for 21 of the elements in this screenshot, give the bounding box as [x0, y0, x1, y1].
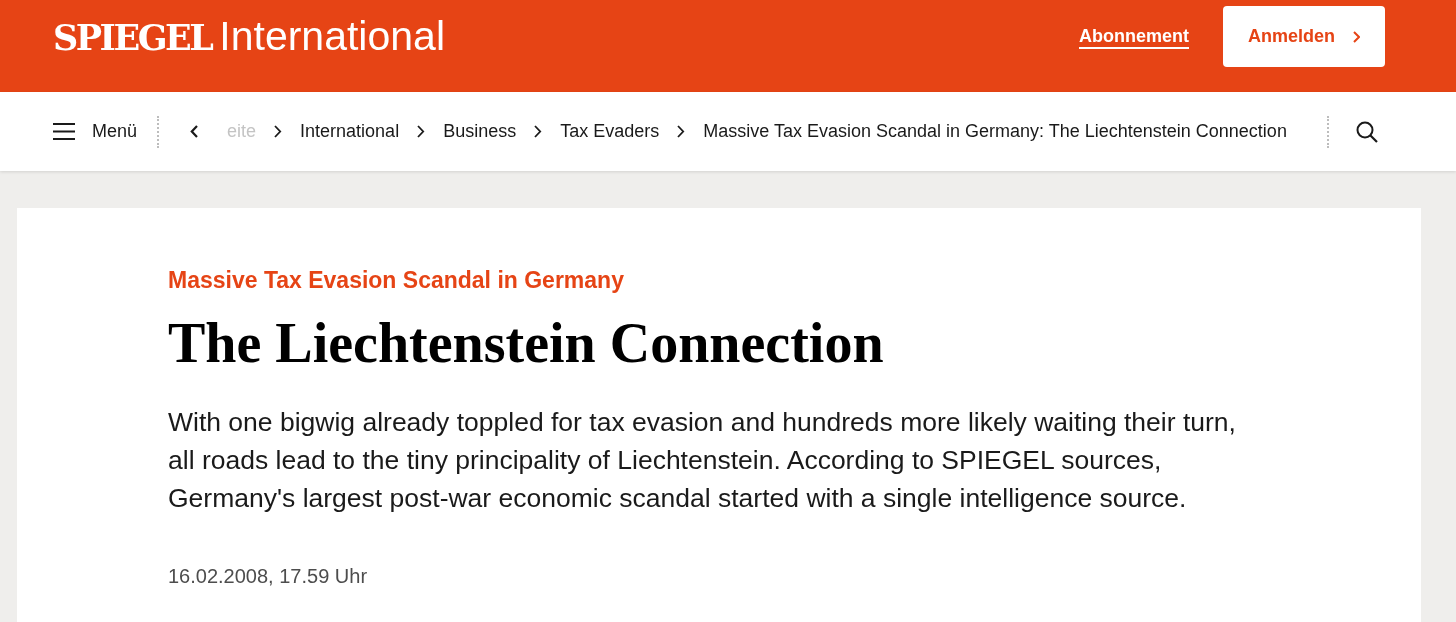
breadcrumb-link[interactable]: Massive Tax Evasion Scandal in Germany: The Liechtenstein Connection	[703, 118, 1287, 145]
article-kicker: Massive Tax Evasion Scandal in Germany	[168, 266, 624, 295]
login-button[interactable]: Anmelden	[1223, 6, 1385, 67]
chevron-right-icon	[677, 125, 686, 138]
chevron-right-icon	[1353, 30, 1360, 43]
menu-icon	[53, 123, 75, 140]
breadcrumb-link[interactable]: Tax Evaders	[560, 118, 660, 145]
breadcrumb-link[interactable]: International	[300, 118, 400, 145]
article-teaser: With one bigwig already toppled for tax evasion and hundreds more likely waiting their turn, all roads lead to the tiny principality of Liechtenstein. According to SPIEGEL sources, Germany's largest post-war economic scandal started with a single intelligence source.	[168, 406, 1236, 515]
breadcrumb-link[interactable]: Business	[443, 118, 517, 145]
chevron-left-icon	[190, 125, 199, 138]
subscribe-link[interactable]: Abonnement	[1079, 23, 1189, 50]
search-button[interactable]	[1356, 120, 1378, 143]
article-date: 16.02.2008, 17.59 Uhr	[168, 564, 368, 589]
chevron-right-icon	[417, 125, 426, 138]
chevron-right-icon	[274, 125, 283, 138]
article-title: The Liechtenstein Connection	[168, 311, 884, 375]
search-icon	[1356, 120, 1378, 143]
menu-button[interactable]: Menü	[53, 118, 138, 145]
logo-link[interactable]: SPIEGEL International	[53, 15, 445, 58]
chevron-right-icon	[534, 125, 543, 138]
